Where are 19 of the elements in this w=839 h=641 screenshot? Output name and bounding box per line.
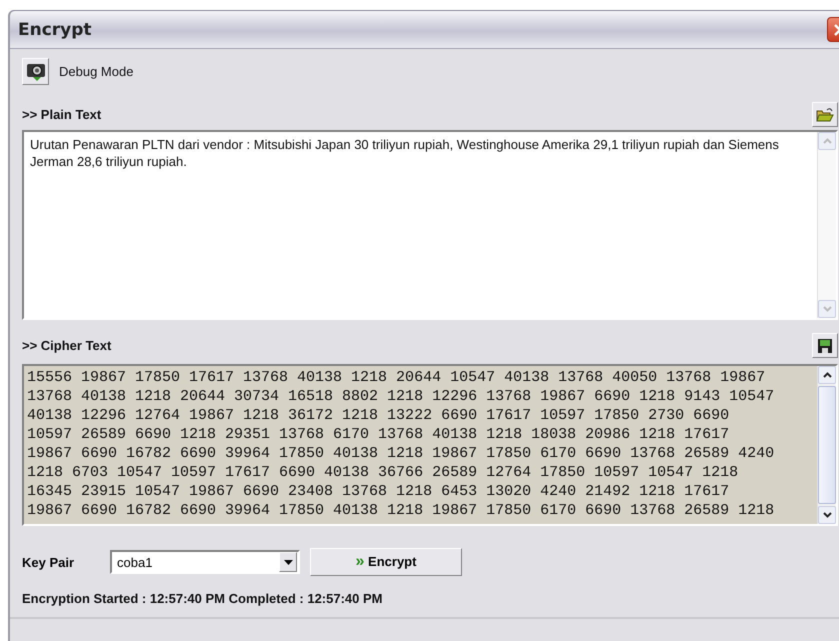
scroll-up-icon [822, 138, 832, 144]
scrollbar[interactable] [817, 366, 836, 524]
scroll-up-icon [822, 372, 832, 378]
cipher-text-label: >> Cipher Text [22, 338, 112, 352]
open-file-button[interactable] [812, 102, 838, 127]
debug-mode-label: Debug Mode [59, 64, 134, 78]
status-text: Encryption Started : 12:57:40 PM Completed : 12:57:40 PM [22, 591, 384, 606]
scroll-down-icon [822, 306, 832, 312]
window-title: Encrypt [18, 20, 92, 40]
key-pair-dropdown[interactable]: coba1 [110, 550, 300, 574]
encrypt-button[interactable]: » Encrypt [310, 548, 462, 576]
folder-icon [816, 106, 834, 122]
debug-mode-button[interactable] [22, 58, 49, 84]
scroll-thumb[interactable] [818, 386, 836, 504]
key-pair-label: Key Pair [22, 554, 76, 570]
scroll-down-icon [822, 512, 832, 518]
dropdown-arrow-icon [284, 560, 292, 564]
save-button[interactable] [812, 333, 838, 358]
plain-text-label: >> Plain Text [22, 106, 102, 122]
